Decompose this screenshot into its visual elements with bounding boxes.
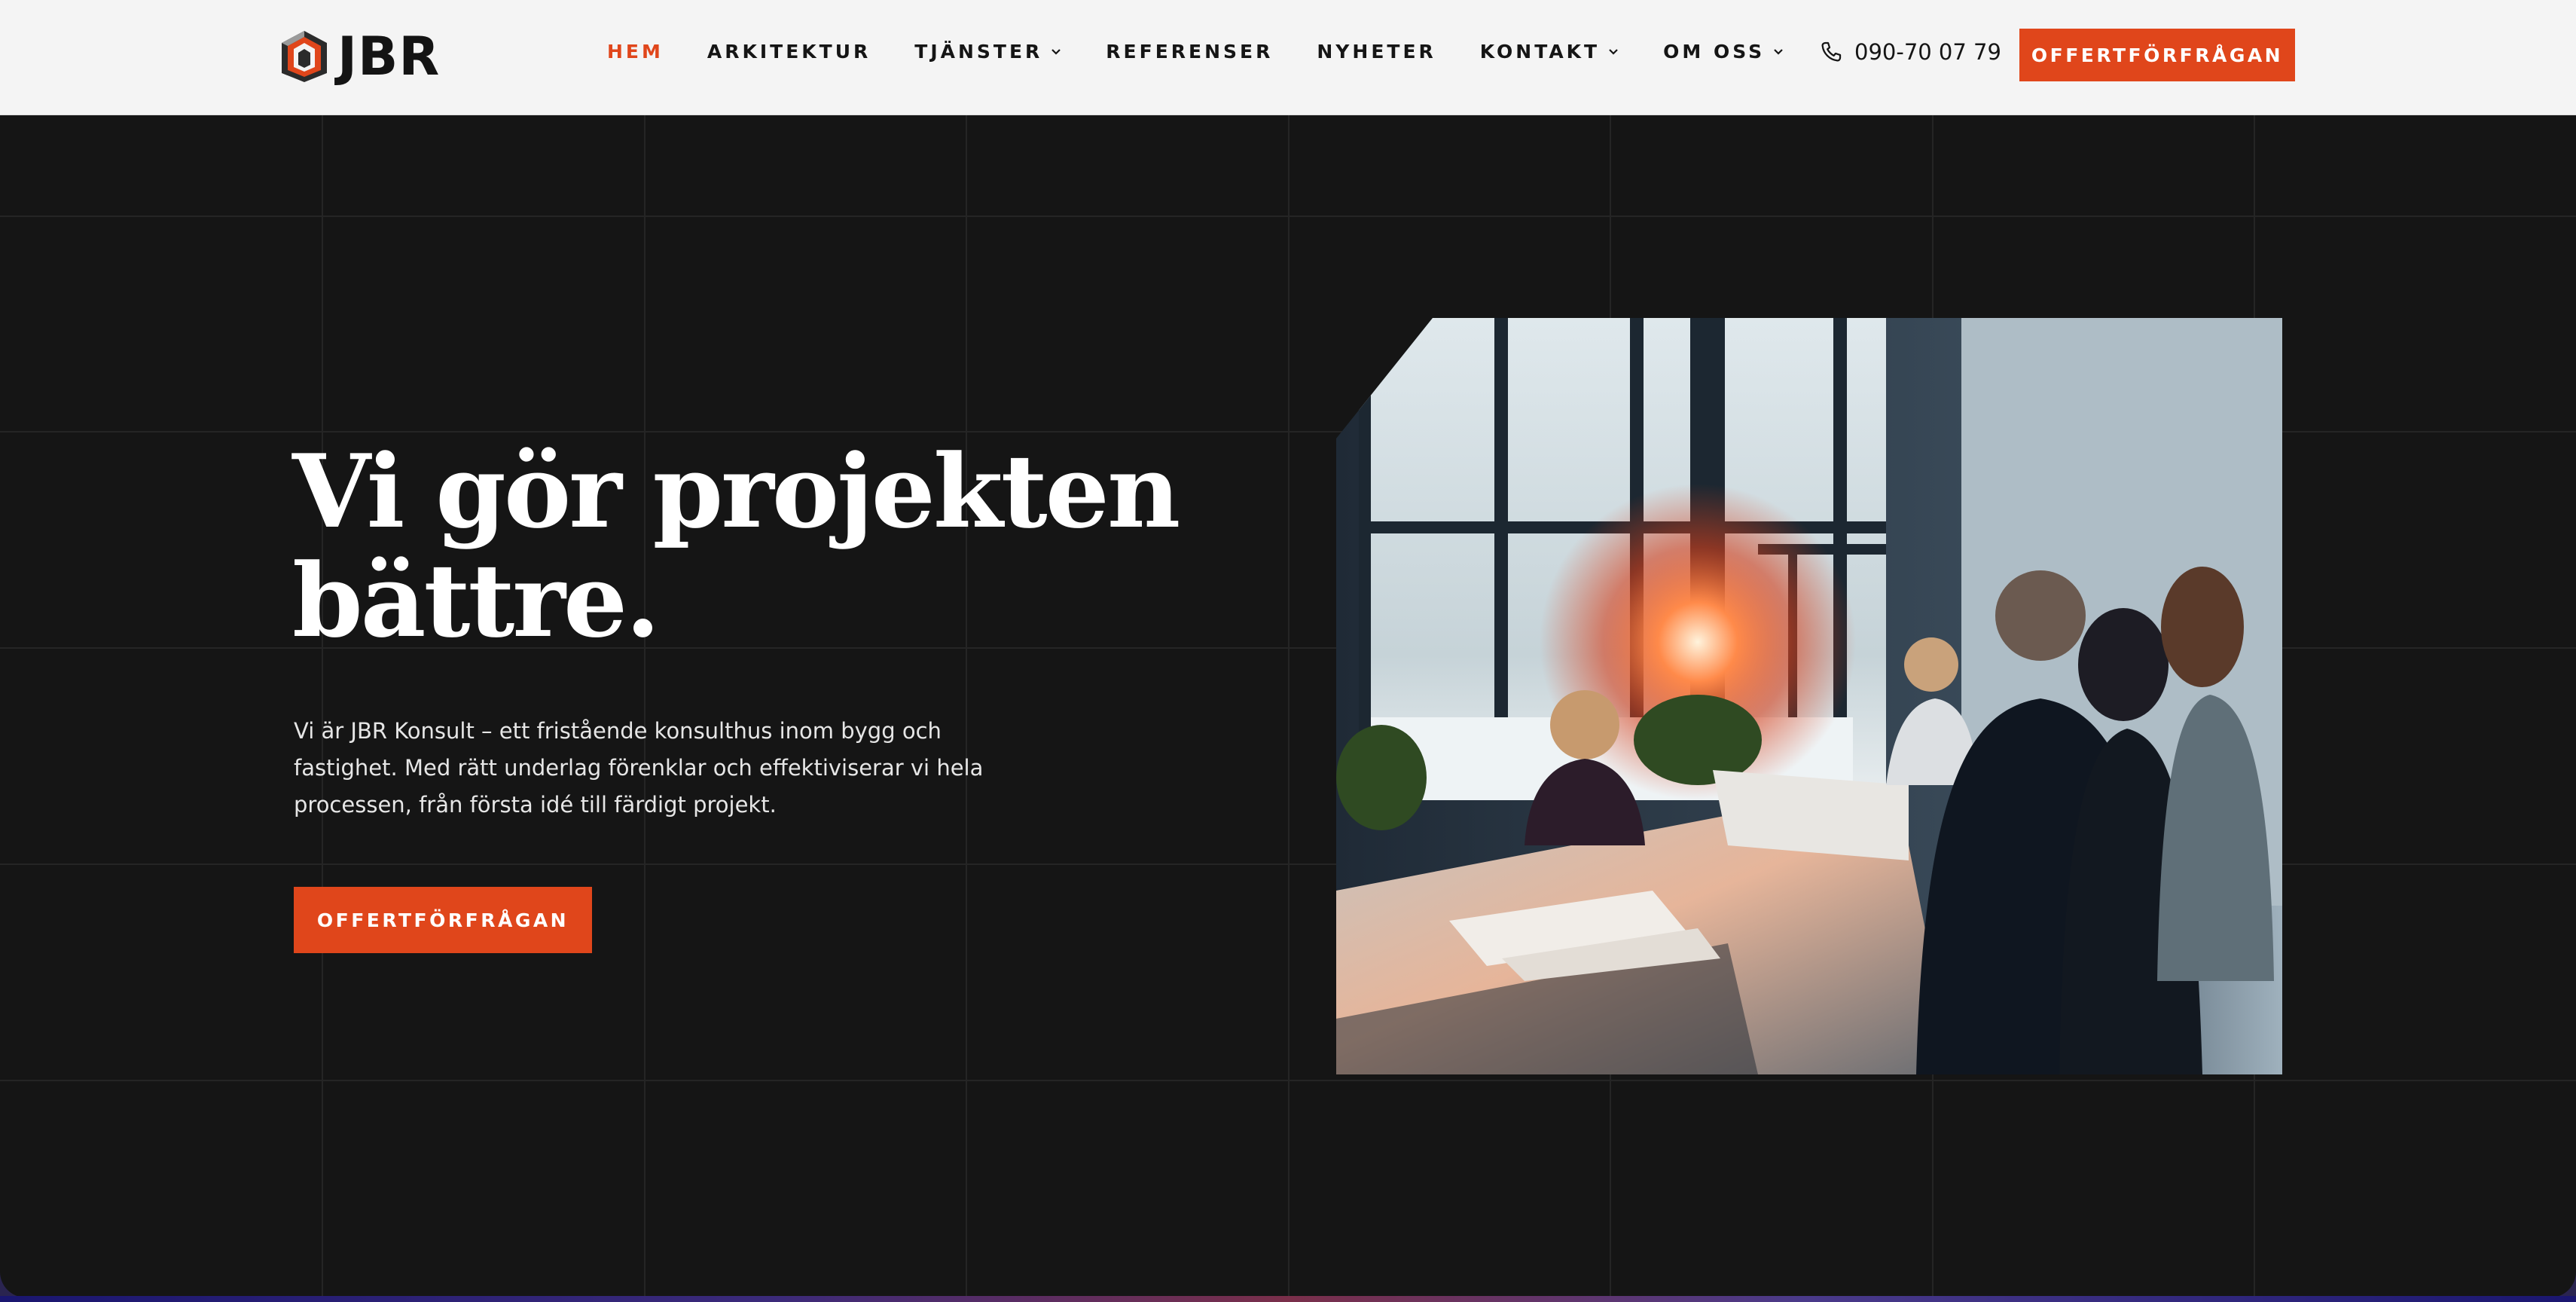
nav-item-label: TJÄNSTER [914, 41, 1043, 63]
grid-line [1288, 115, 1290, 1297]
nav-item-kontakt[interactable]: KONTAKT [1480, 41, 1619, 63]
phone-link[interactable]: 090-70 07 79 [1818, 39, 2001, 65]
phone-icon [1821, 41, 1842, 62]
grid-line [0, 1080, 2576, 1081]
nav-item-label: ARKITEKTUR [707, 41, 871, 63]
chevron-down-icon [1051, 48, 1061, 55]
nav-item-label: KONTAKT [1479, 41, 1601, 63]
hero-title-line: Vi gör projekten [292, 432, 1180, 551]
house-logo-icon [282, 31, 327, 82]
photo-illustration [1336, 318, 2282, 1074]
chevron-down-icon [1609, 48, 1618, 55]
grid-line [322, 115, 323, 1297]
grid-line [644, 115, 646, 1297]
nav-item-label: HEM [607, 41, 664, 63]
page-frame: JBR HEM ARKITEKTUR TJÄNSTER REFERENSER N… [0, 0, 2576, 1297]
hero-title-line: bättre. [292, 541, 661, 660]
nav-item-arkitektur[interactable]: ARKITEKTUR [707, 41, 871, 63]
nav-item-hem[interactable]: HEM [607, 41, 664, 63]
logo[interactable]: JBR [280, 23, 440, 90]
meeting-room-photo [1336, 318, 2282, 1074]
window-bottom-edge [0, 1296, 2576, 1302]
site-header: JBR HEM ARKITEKTUR TJÄNSTER REFERENSER N… [0, 0, 2576, 115]
main-nav: HEM ARKITEKTUR TJÄNSTER REFERENSER NYHET… [607, 41, 1828, 63]
grid-line [966, 115, 967, 1297]
nav-item-label: OM OSS [1663, 41, 1766, 63]
phone-number: 090-70 07 79 [1854, 39, 2001, 65]
nav-item-label: NYHETER [1317, 41, 1436, 63]
brand-name: JBR [337, 26, 441, 87]
nav-item-label: REFERENSER [1106, 41, 1274, 63]
hero-description: Vi är JBR Konsult – ett fristående konsu… [294, 718, 984, 818]
nav-item-tjanster[interactable]: TJÄNSTER [914, 41, 1062, 63]
chevron-down-icon [1774, 48, 1783, 55]
nav-item-om-oss[interactable]: OM OSS [1663, 41, 1784, 63]
nav-item-nyheter[interactable]: NYHETER [1317, 41, 1436, 63]
quote-request-button[interactable]: OFFERTFÖRFRÅGAN [2019, 29, 2295, 81]
hero-quote-request-button[interactable]: OFFERTFÖRFRÅGAN [294, 887, 592, 953]
hero-title: Vi gör projekten bättre. [292, 437, 1180, 656]
grid-line [0, 215, 2576, 217]
nav-item-referenser[interactable]: REFERENSER [1106, 41, 1273, 63]
